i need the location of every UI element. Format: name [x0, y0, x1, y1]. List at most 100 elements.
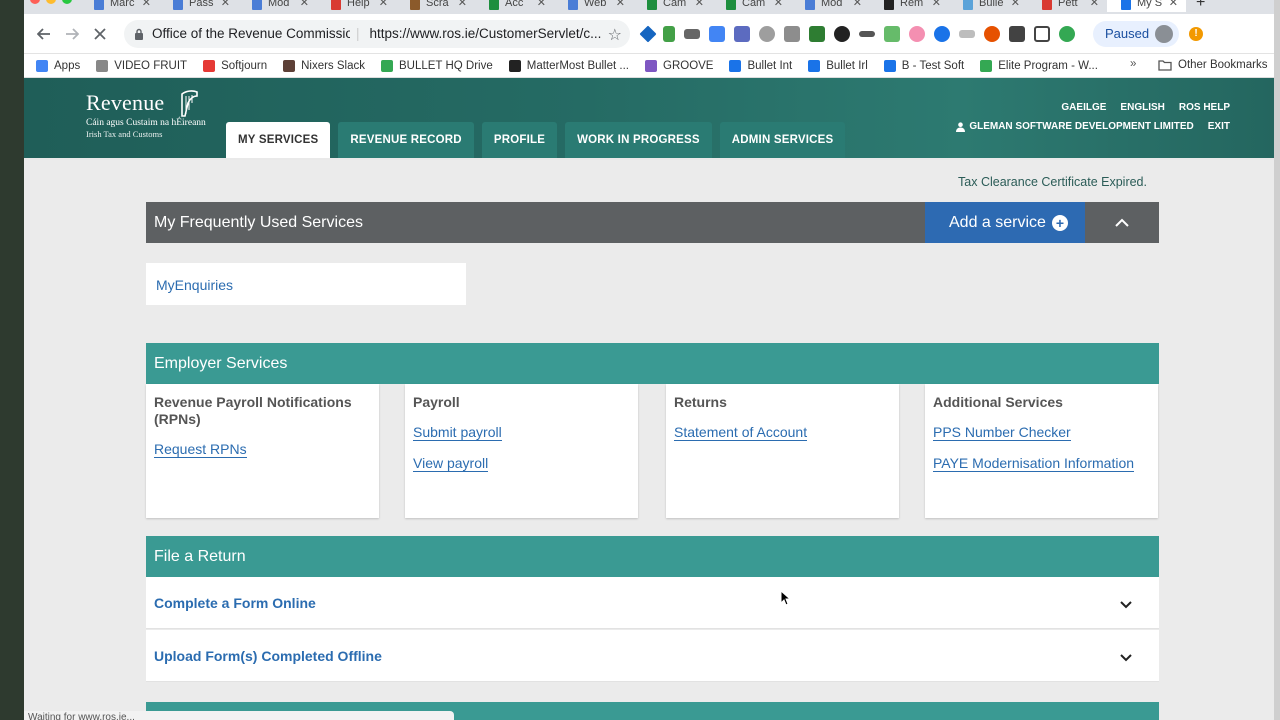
- service-link[interactable]: View payroll: [413, 455, 489, 472]
- browser-tab[interactable]: My S ✕: [1107, 0, 1186, 12]
- tab-close-icon[interactable]: ✕: [221, 0, 230, 9]
- extension-icon[interactable]: [1009, 25, 1025, 42]
- tab-close-icon[interactable]: ✕: [774, 0, 783, 9]
- revenue-logo[interactable]: Revenue Cáin agus Custaim na hÉireann Ir…: [86, 90, 206, 139]
- bookmark-item[interactable]: BULLET HQ Drive: [381, 59, 493, 72]
- browser-tab[interactable]: Web ✕: [554, 0, 633, 12]
- desktop-right-edge: [1274, 0, 1280, 720]
- browser-tab[interactable]: Acc ✕: [475, 0, 554, 12]
- extension-icon[interactable]: [734, 25, 750, 42]
- service-link[interactable]: Statement of Account: [674, 424, 808, 441]
- stop-loading-button[interactable]: [88, 22, 112, 46]
- extension-icon[interactable]: [909, 25, 925, 42]
- tab-close-icon[interactable]: ✕: [1011, 0, 1020, 9]
- nav-tab-work-in-progress[interactable]: WORK IN PROGRESS: [565, 122, 712, 158]
- tab-close-icon[interactable]: ✕: [1169, 0, 1178, 9]
- browser-tab[interactable]: Rem ✕: [870, 0, 949, 12]
- extension-icon[interactable]: [859, 30, 875, 37]
- browser-tab[interactable]: Mod ✕: [238, 0, 317, 12]
- profile-paused-button[interactable]: Paused: [1093, 20, 1180, 47]
- update-menu-icon[interactable]: !: [1189, 26, 1204, 41]
- bookmark-item[interactable]: Nixers Slack: [283, 59, 365, 72]
- tab-close-icon[interactable]: ✕: [695, 0, 704, 9]
- other-bookmarks[interactable]: Other Bookmarks: [1158, 59, 1267, 71]
- tab-close-icon[interactable]: ✕: [853, 0, 862, 9]
- browser-tab[interactable]: Help ✕: [317, 0, 396, 12]
- tab-close-icon[interactable]: ✕: [142, 0, 151, 9]
- util-link-gaeilge[interactable]: GAEILGE: [1061, 102, 1106, 113]
- browser-tab[interactable]: Scra ✕: [396, 0, 475, 12]
- bookmark-item[interactable]: B - Test Soft: [883, 59, 964, 72]
- collapse-button[interactable]: [1085, 202, 1159, 243]
- extension-icon[interactable]: [884, 25, 900, 42]
- browser-tab[interactable]: Pass ✕: [159, 0, 238, 12]
- browser-tab[interactable]: Cam ✕: [712, 0, 791, 12]
- nav-tab-admin-services[interactable]: ADMIN SERVICES: [719, 122, 846, 158]
- close-window-icon[interactable]: [30, 0, 40, 4]
- bookmarks-overflow-button[interactable]: »: [1130, 58, 1136, 70]
- browser-tab[interactable]: Cam ✕: [633, 0, 712, 12]
- extension-icon[interactable]: [1034, 25, 1050, 42]
- add-service-button[interactable]: Add a service +: [925, 202, 1085, 243]
- util-link-english[interactable]: ENGLISH: [1120, 102, 1164, 113]
- tax-clearance-notice[interactable]: Tax Clearance Certificate Expired.: [958, 175, 1147, 189]
- nav-tab-my-services[interactable]: MY SERVICES: [226, 122, 331, 158]
- bookmark-item[interactable]: Apps: [36, 59, 80, 72]
- browser-tab[interactable]: Marc ✕: [80, 0, 159, 12]
- back-button[interactable]: [32, 22, 56, 46]
- extension-icon[interactable]: [834, 25, 850, 42]
- service-card-title: Additional Services: [933, 394, 1063, 410]
- extension-icon[interactable]: [759, 25, 775, 42]
- address-bar[interactable]: Office of the Revenue Commissioners | ht…: [124, 19, 630, 48]
- frequent-service-card: MyEnquiries: [146, 263, 466, 305]
- extension-icon[interactable]: [684, 28, 700, 39]
- tab-close-icon[interactable]: ✕: [616, 0, 625, 9]
- bookmark-item[interactable]: Bullet Int: [729, 59, 792, 72]
- tab-close-icon[interactable]: ✕: [458, 0, 467, 9]
- bookmark-item[interactable]: Softjourn: [203, 59, 267, 72]
- complete-form-online-row[interactable]: Complete a Form Online: [146, 577, 1159, 629]
- tab-close-icon[interactable]: ✕: [1090, 0, 1099, 9]
- extension-icon[interactable]: [639, 25, 657, 42]
- forward-button[interactable]: [60, 22, 84, 46]
- service-link[interactable]: Request RPNs: [154, 441, 247, 458]
- bookmark-favicon-icon: [508, 59, 521, 72]
- extension-icon[interactable]: [984, 25, 1000, 42]
- new-tab-button[interactable]: +: [1196, 0, 1205, 11]
- tab-favicon-icon: [963, 0, 973, 10]
- extension-icon[interactable]: [809, 25, 825, 42]
- service-link[interactable]: PPS Number Checker: [933, 424, 1071, 441]
- extension-icon[interactable]: [934, 25, 950, 42]
- upload-form-offline-row[interactable]: Upload Form(s) Completed Offline: [146, 630, 1159, 682]
- exit-link[interactable]: EXIT: [1208, 121, 1230, 132]
- nav-tab-profile[interactable]: PROFILE: [481, 122, 558, 158]
- extension-icon[interactable]: [1059, 25, 1075, 42]
- bookmark-item[interactable]: VIDEO FRUIT: [96, 59, 187, 72]
- nav-tab-revenue-record[interactable]: REVENUE RECORD: [338, 122, 474, 158]
- bookmark-item[interactable]: Bullet Irl: [808, 59, 868, 72]
- util-link-ros-help[interactable]: ROS HELP: [1179, 102, 1230, 113]
- myenquiries-link[interactable]: MyEnquiries: [156, 277, 233, 293]
- user-account-link[interactable]: GLEMAN SOFTWARE DEVELOPMENT LIMITED: [956, 121, 1194, 132]
- browser-tab[interactable]: Pett ✕: [1028, 0, 1107, 12]
- extension-icon[interactable]: [663, 25, 675, 42]
- minimize-window-icon[interactable]: [46, 0, 56, 4]
- browser-tab[interactable]: Bulle ✕: [949, 0, 1028, 12]
- tab-close-icon[interactable]: ✕: [300, 0, 309, 9]
- extension-icon[interactable]: [784, 25, 800, 42]
- service-card: Revenue Payroll Notifications (RPNs) Requ…: [146, 384, 379, 518]
- bookmark-item[interactable]: Elite Program - W...: [980, 59, 1098, 72]
- bookmark-star-icon[interactable]: ☆: [608, 25, 622, 45]
- tab-close-icon[interactable]: ✕: [537, 0, 546, 9]
- bookmark-item[interactable]: GROOVE: [645, 59, 713, 72]
- maximize-window-icon[interactable]: [62, 0, 72, 4]
- service-link[interactable]: Submit payroll: [413, 424, 502, 441]
- tab-close-icon[interactable]: ✕: [379, 0, 388, 9]
- tab-close-icon[interactable]: ✕: [932, 0, 941, 9]
- browser-tab[interactable]: Mod ✕: [791, 0, 870, 12]
- extension-icon[interactable]: [959, 29, 975, 38]
- extension-icon[interactable]: [709, 25, 725, 42]
- service-link[interactable]: PAYE Modernisation Information: [933, 455, 1135, 472]
- employer-services-header: Employer Services: [146, 343, 1159, 384]
- bookmark-item[interactable]: MatterMost Bullet ...: [508, 59, 629, 72]
